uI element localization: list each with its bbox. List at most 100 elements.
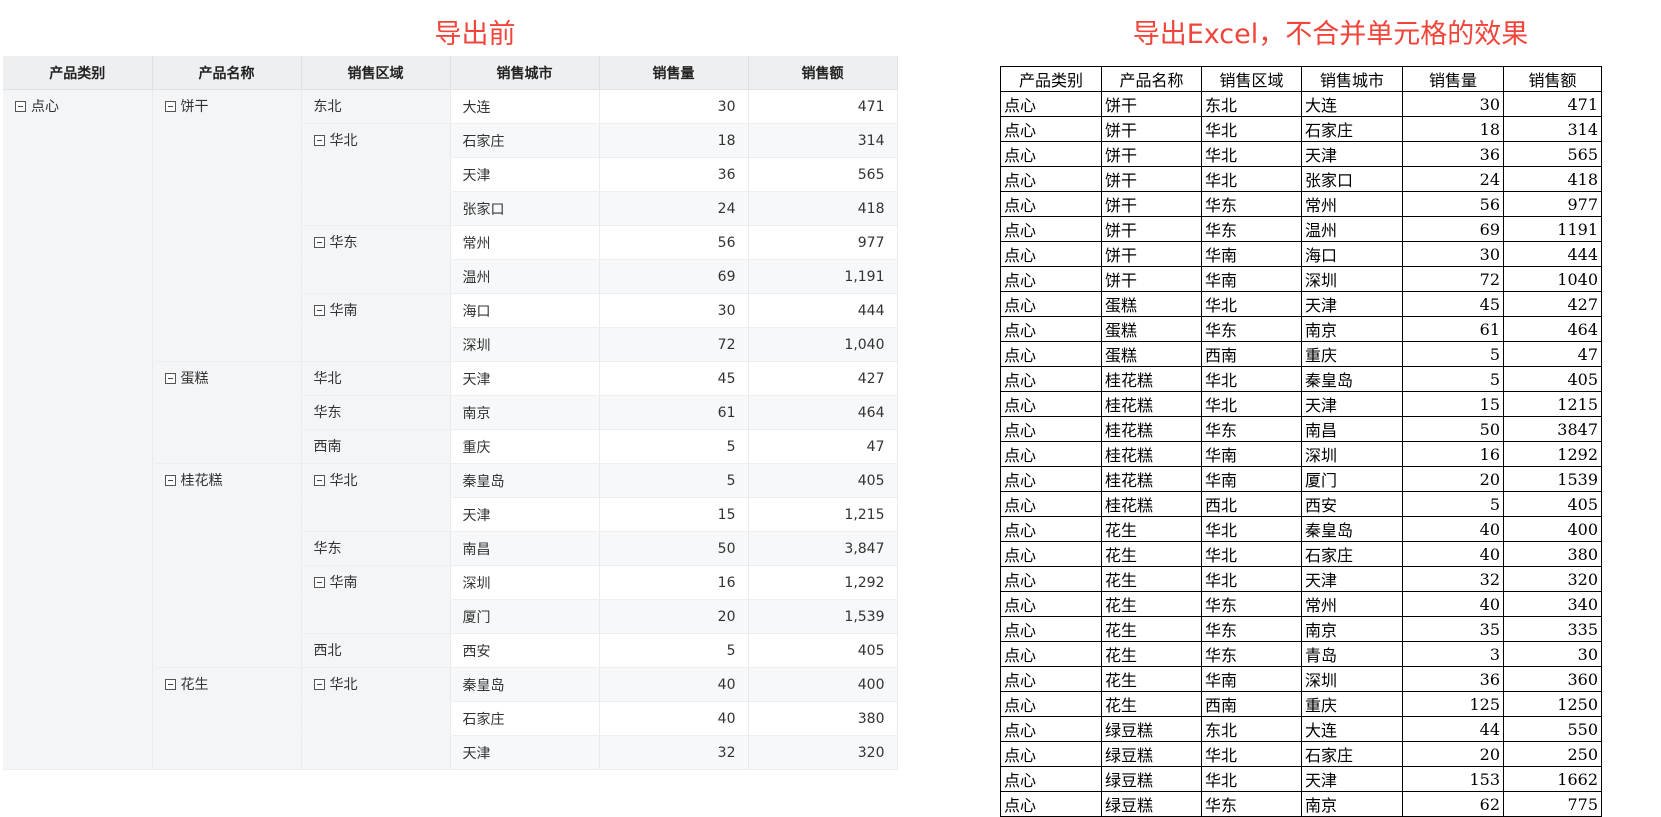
excel-cell-product: 饼干 [1101,266,1202,292]
collapse-icon[interactable] [313,135,325,146]
cell-category [3,191,153,226]
cell-region[interactable]: 华北 [301,667,451,702]
excel-cell-category: 点心 [1000,591,1102,617]
excel-cell-amount: 30 [1503,641,1602,667]
cell-amount: 320 [748,735,898,770]
table-row: 深圳 72 1,040 [3,327,898,362]
excel-cell-region: 华东 [1201,791,1302,817]
excel-cell-product: 饼干 [1101,116,1202,142]
excel-cell-city: 石家庄 [1301,541,1403,567]
cell-category[interactable]: 点心 [3,89,153,124]
excel-cell-quantity: 15 [1402,391,1504,417]
collapse-icon[interactable] [164,101,176,112]
table-row: 点心 桂花糕 华北 天津 15 1215 [1000,391,1602,417]
excel-cell-product: 桂花糕 [1101,391,1202,417]
cell-city: 重庆 [450,429,600,464]
cell-category [3,497,153,532]
excel-cell-category: 点心 [1000,541,1102,567]
cell-category [3,225,153,260]
excel-cell-category: 点心 [1000,141,1102,167]
excel-cell-quantity: 30 [1402,241,1504,267]
cell-product[interactable]: 饼干 [152,89,302,124]
excel-cell-region: 华南 [1201,266,1302,292]
excel-cell-region: 华北 [1201,541,1302,567]
collapse-icon[interactable] [164,679,176,690]
table-row: 华南 海口 30 444 [3,293,898,328]
excel-cell-product: 蛋糕 [1101,316,1202,342]
collapse-icon[interactable] [313,237,325,248]
excel-cell-city: 秦皇岛 [1301,366,1403,392]
cell-city: 天津 [450,497,600,532]
cell-quantity: 32 [599,735,749,770]
collapse-icon[interactable] [164,373,176,384]
excel-cell-city: 石家庄 [1301,741,1403,767]
cell-product [152,701,302,736]
excel-cell-city: 张家口 [1301,166,1403,192]
collapse-icon[interactable] [313,475,325,486]
cell-product [152,633,302,668]
cell-amount: 418 [748,191,898,226]
excel-cell-city: 大连 [1301,716,1403,742]
cell-product [152,565,302,600]
excel-cell-amount: 314 [1503,116,1602,142]
excel-cell-amount: 3847 [1503,416,1602,442]
excel-cell-quantity: 5 [1402,366,1504,392]
table-row: 点心 饼干 华东 常州 56 977 [1000,191,1602,217]
header-region[interactable]: 销售区域 [301,56,451,90]
excel-cell-quantity: 125 [1402,691,1504,717]
cell-product-label: 花生 [180,677,209,693]
cell-region[interactable]: 华北 [301,463,451,498]
cell-quantity: 15 [599,497,749,532]
excel-cell-product: 饼干 [1101,191,1202,217]
excel-cell-product: 桂花糕 [1101,466,1202,492]
cell-city: 秦皇岛 [450,463,600,498]
cell-region[interactable]: 华北 [301,123,451,158]
cell-product[interactable]: 蛋糕 [152,361,302,396]
excel-cell-region: 华北 [1201,741,1302,767]
cell-region: 华北 [301,361,451,396]
table-row: 点心 绿豆糕 华北 天津 153 1662 [1000,766,1602,792]
cell-region[interactable]: 华东 [301,225,451,260]
cell-city: 张家口 [450,191,600,226]
collapse-icon[interactable] [313,577,325,588]
excel-cell-product: 花生 [1101,616,1202,642]
collapse-icon[interactable] [313,305,325,316]
excel-cell-category: 点心 [1000,716,1102,742]
header-product[interactable]: 产品名称 [152,56,302,90]
cell-quantity: 5 [599,429,749,464]
header-quantity[interactable]: 销售量 [599,56,749,90]
excel-cell-quantity: 3 [1402,641,1504,667]
excel-cell-category: 点心 [1000,116,1102,142]
cell-quantity: 61 [599,395,749,430]
cell-region-label: 华北 [329,133,358,149]
excel-cell-city: 天津 [1301,291,1403,317]
excel-cell-region: 华南 [1201,441,1302,467]
cell-product[interactable]: 花生 [152,667,302,702]
excel-cell-quantity: 18 [1402,116,1504,142]
cell-city: 温州 [450,259,600,294]
table-row: 点心 桂花糕 华南 厦门 20 1539 [1000,466,1602,492]
excel-cell-amount: 1539 [1503,466,1602,492]
collapse-icon[interactable] [15,101,26,112]
header-amount[interactable]: 销售额 [748,56,898,90]
excel-cell-category: 点心 [1000,566,1102,592]
excel-body: 点心 饼干 东北 大连 30 471 点心 饼干 华北 石家庄 18 314 点心 饼干 华北 天津 36 565… [1000,91,1602,817]
excel-cell-product: 桂花糕 [1101,366,1202,392]
excel-cell-quantity: 20 [1402,741,1504,767]
excel-cell-amount: 444 [1503,241,1602,267]
cell-category [3,463,153,498]
cell-region[interactable]: 华南 [301,565,451,600]
cell-city: 深圳 [450,327,600,362]
cell-quantity: 56 [599,225,749,260]
cell-product [152,395,302,430]
excel-cell-city: 西安 [1301,491,1403,517]
collapse-icon[interactable] [164,475,176,486]
excel-header-amount: 销售额 [1503,66,1602,92]
header-category[interactable]: 产品类别 [3,56,153,90]
collapse-icon[interactable] [313,679,325,690]
cell-region[interactable]: 华南 [301,293,451,328]
header-city[interactable]: 销售城市 [450,56,600,90]
excel-cell-city: 南京 [1301,616,1403,642]
excel-cell-city: 南京 [1301,791,1403,817]
cell-product[interactable]: 桂花糕 [152,463,302,498]
